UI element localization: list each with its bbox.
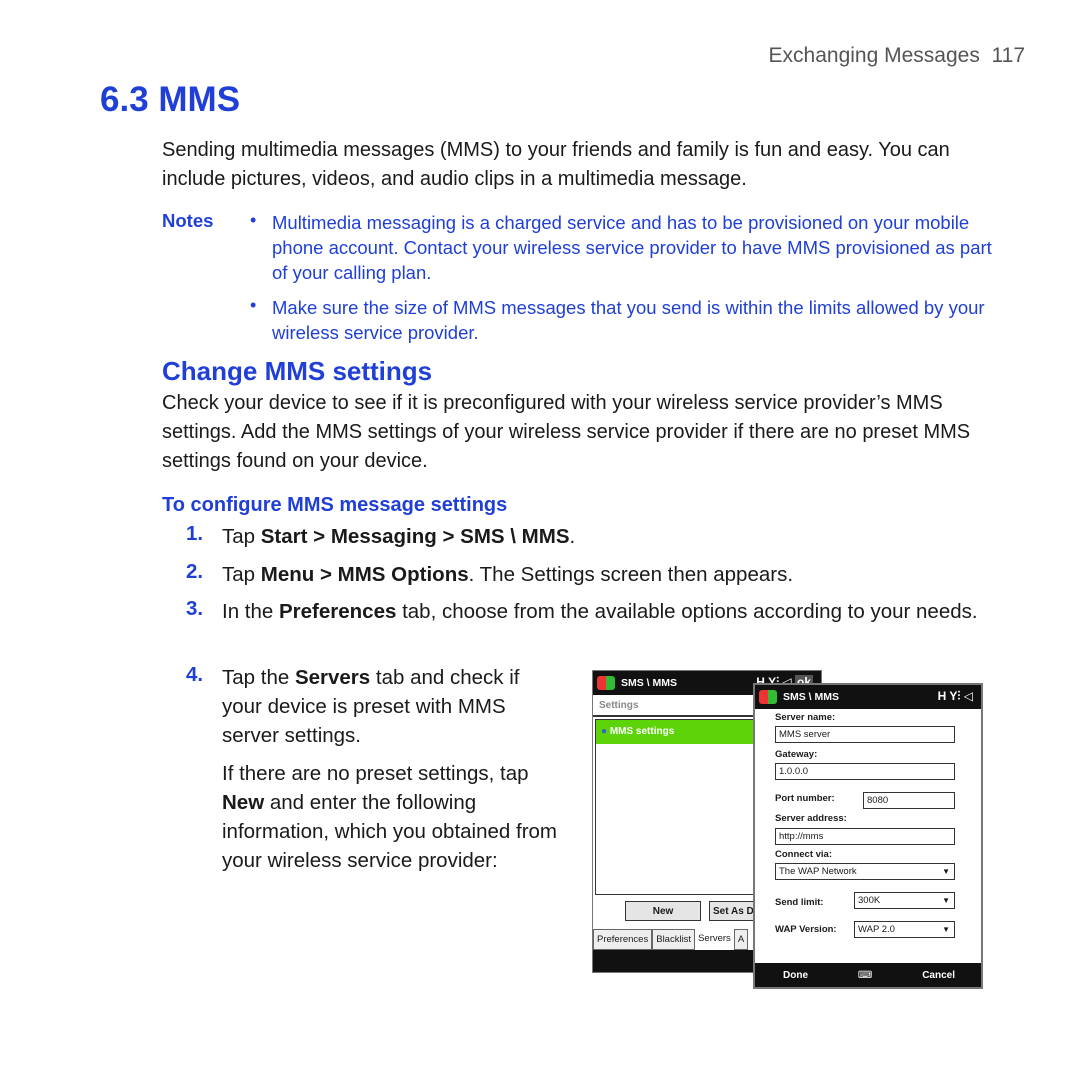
bullet: • xyxy=(250,295,257,315)
cancel-button[interactable]: Cancel xyxy=(922,970,955,981)
softkey-bar: Done ⌨ Cancel xyxy=(755,963,981,987)
windows-start-icon xyxy=(759,690,777,704)
server-settings-screenshot: SMS \ MMS H Y⫶ ◁ Server name: MMS server … xyxy=(753,683,983,989)
sub-intro-paragraph: Check your device to see if it is precon… xyxy=(162,392,971,472)
chapter-name: Exchanging Messages xyxy=(768,44,980,67)
port-number-label: Port number: xyxy=(775,793,835,804)
port-number-input[interactable]: 8080 xyxy=(863,792,955,809)
step-number: 2. xyxy=(186,560,204,583)
server-name-label: Server name: xyxy=(775,712,836,723)
page-number: 117 xyxy=(991,44,1025,67)
tab-blacklist[interactable]: Blacklist xyxy=(652,929,696,950)
done-button[interactable]: Done xyxy=(783,970,808,981)
send-limit-dropdown[interactable]: 300K xyxy=(854,892,955,909)
step-number: 3. xyxy=(186,597,204,620)
note-item: Make sure the size of MMS messages that … xyxy=(272,297,985,343)
gateway-input[interactable]: 1.0.0.0 xyxy=(775,763,955,780)
server-name-input[interactable]: MMS server xyxy=(775,726,955,743)
tab-more[interactable]: A xyxy=(733,929,749,950)
section-title: 6.3 MMS xyxy=(100,80,241,119)
server-address-input[interactable]: http://mms xyxy=(775,828,955,845)
step-4: Tap the Servers tab and check if your de… xyxy=(222,666,520,747)
step-number: 4. xyxy=(186,663,204,686)
title-bar: SMS \ MMS H Y⫶ ◁ xyxy=(755,685,981,709)
mms-icon: ● xyxy=(601,726,608,737)
procedure-title: To configure MMS message settings xyxy=(162,494,508,516)
note-item: Multimedia messaging is a charged servic… xyxy=(272,212,992,283)
wap-version-label: WAP Version: xyxy=(775,924,837,935)
server-address-label: Server address: xyxy=(775,813,847,824)
keyboard-icon[interactable]: ⌨ xyxy=(858,970,872,981)
status-icons: H Y⫶ ◁ xyxy=(937,689,973,703)
new-button[interactable]: New xyxy=(625,901,701,921)
tab-preferences[interactable]: Preferences xyxy=(593,929,653,950)
gateway-label: Gateway: xyxy=(775,749,818,760)
step-1: Tap Start > Messaging > SMS \ MMS. xyxy=(222,525,576,548)
send-limit-label: Send limit: xyxy=(775,897,824,908)
connect-via-dropdown[interactable]: The WAP Network xyxy=(775,863,955,880)
tab-bar: Preferences Blacklist Servers A xyxy=(593,929,749,950)
connect-via-label: Connect via: xyxy=(775,849,833,860)
step-number: 1. xyxy=(186,522,204,545)
step-4-continued: If there are no preset settings, tap New… xyxy=(222,762,558,872)
subsection-title: Change MMS settings xyxy=(162,356,433,386)
windows-start-icon xyxy=(597,676,615,690)
notes-label: Notes xyxy=(162,210,214,231)
tab-servers[interactable]: Servers xyxy=(695,929,734,950)
step-3: In the Preferences tab, choose from the … xyxy=(222,600,978,623)
running-header: Exchanging Messages 117 xyxy=(769,44,1025,68)
intro-paragraph: Sending multimedia messages (MMS) to you… xyxy=(162,139,950,190)
wap-version-dropdown[interactable]: WAP 2.0 xyxy=(854,921,955,938)
step-2: Tap Menu > MMS Options. The Settings scr… xyxy=(222,563,794,586)
bullet: • xyxy=(250,210,257,230)
